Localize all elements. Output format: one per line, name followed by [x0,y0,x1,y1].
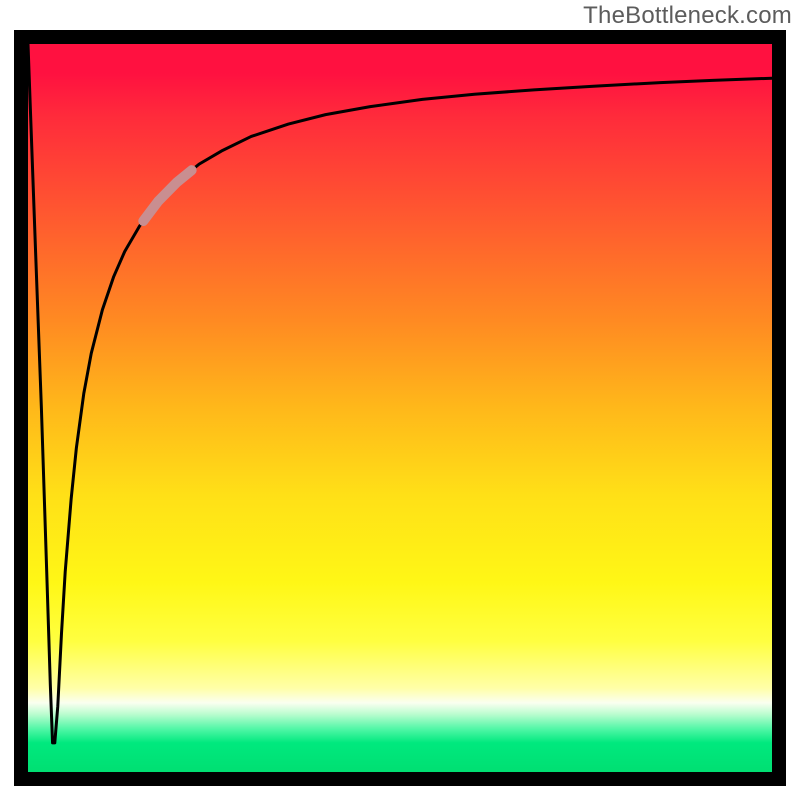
watermark-text: TheBottleneck.com [583,2,792,30]
curve-svg [28,44,772,772]
curve-highlight-segment [143,170,191,221]
chart-root: TheBottleneck.com [0,0,800,800]
plot-frame [14,30,786,786]
bottleneck-curve-path [28,44,772,743]
